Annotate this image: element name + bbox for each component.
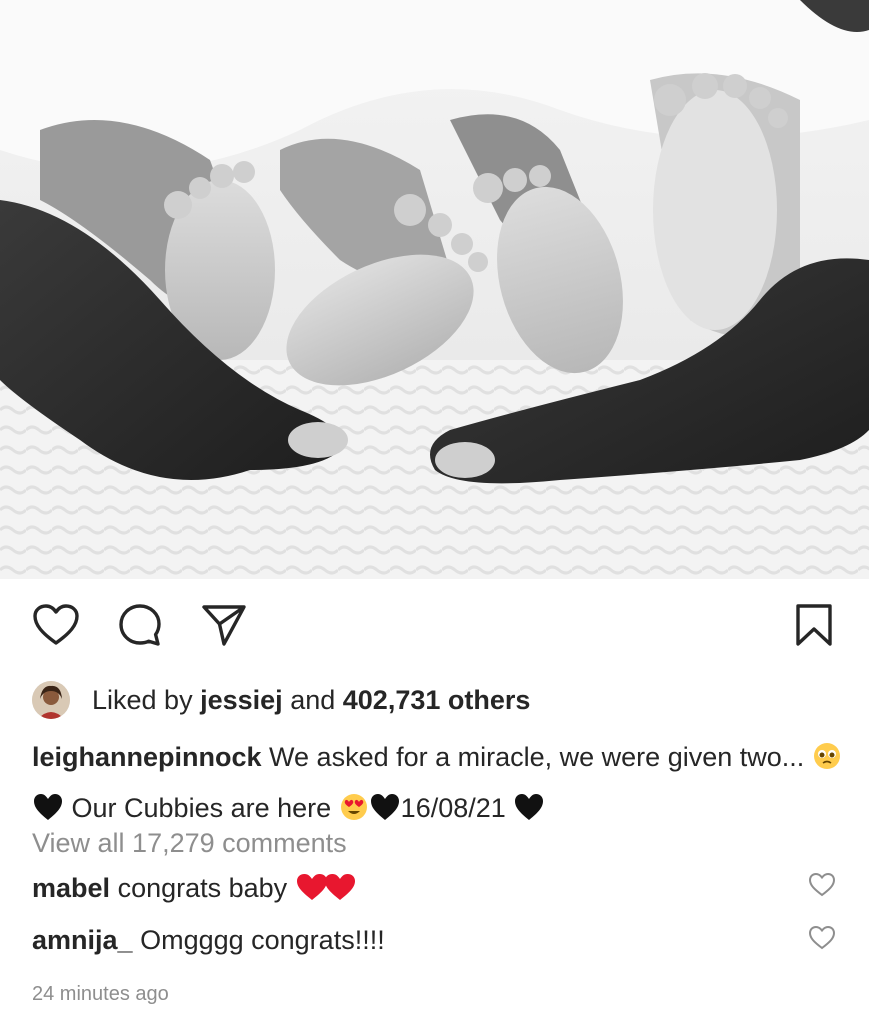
comment-item: mabel congrats baby — [32, 872, 812, 909]
post-actions-bar — [0, 579, 869, 679]
comment-item: amnija_ Omgggg congrats!!!! — [32, 925, 812, 956]
likes-prefix: Liked by — [92, 684, 193, 715]
likes-summary[interactable]: Liked by jessiej and 402,731 others — [32, 680, 530, 720]
comment-like-button[interactable] — [808, 925, 836, 953]
caption-username[interactable]: leighannepinnock — [32, 742, 262, 772]
likes-user-link[interactable]: jessiej — [200, 685, 283, 716]
pleading-face-icon — [812, 739, 842, 785]
black-heart-icon — [513, 790, 545, 836]
heart-icon — [33, 604, 79, 645]
comment-username[interactable]: amnija_ — [32, 925, 133, 955]
comment-username[interactable]: mabel — [32, 873, 110, 903]
post-image[interactable] — [0, 0, 869, 579]
comment-icon — [119, 604, 161, 646]
caption-text-3: 16/08/21 — [400, 793, 506, 823]
likes-connector: and — [290, 684, 336, 715]
bookmark-icon — [796, 604, 832, 646]
post-timestamp: 24 minutes ago — [32, 983, 169, 1005]
red-heart-icon — [323, 872, 357, 909]
send-icon — [202, 605, 246, 646]
like-button[interactable] — [28, 597, 84, 653]
baby-feet-photo — [0, 0, 869, 579]
comment-text: Omgggg congrats!!!! — [140, 925, 385, 955]
share-button[interactable] — [196, 597, 252, 653]
caption-text-1: We asked for a miracle, we were given tw… — [269, 742, 805, 772]
heart-icon — [808, 925, 836, 950]
save-button[interactable] — [786, 597, 842, 653]
comment-button[interactable] — [112, 597, 168, 653]
black-heart-icon — [369, 790, 401, 836]
avatar — [32, 681, 70, 719]
caption-text-2: Our Cubbies are here — [71, 793, 332, 823]
heart-icon — [808, 872, 836, 897]
comment-like-button[interactable] — [808, 872, 836, 900]
likes-count-link[interactable]: 402,731 others — [343, 685, 531, 716]
view-all-comments-link[interactable]: View all 17,279 comments — [32, 828, 347, 859]
comment-text: congrats baby — [117, 873, 288, 903]
post-caption: leighannepinnock We asked for a miracle,… — [32, 734, 844, 836]
